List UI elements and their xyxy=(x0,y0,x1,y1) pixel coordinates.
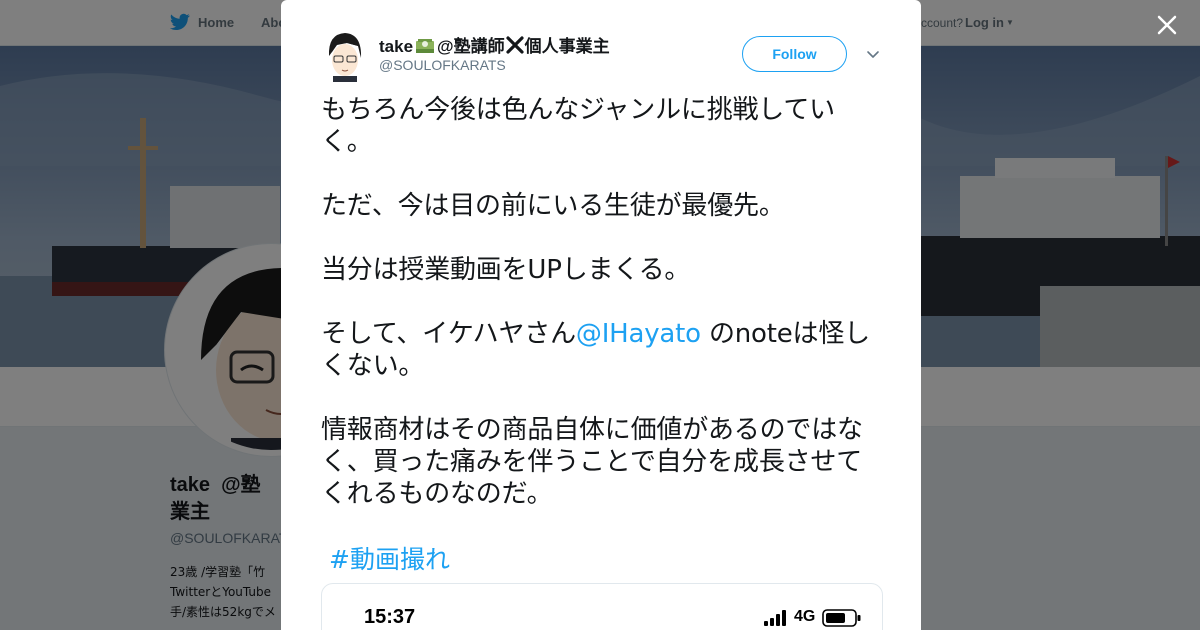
tweet-text-span: そして、イケハヤさん xyxy=(321,319,576,349)
status-bar-time: 15:37 xyxy=(364,606,416,628)
hashtag-link[interactable]: #動画撮れ xyxy=(329,540,450,576)
close-icon[interactable] xyxy=(1151,9,1183,41)
attached-screenshot[interactable]: 15:37 4G xyxy=(321,583,883,630)
mention-link[interactable]: @IHayato xyxy=(576,319,701,349)
battery-icon xyxy=(822,609,861,627)
author-name-part: 個人事業主 xyxy=(524,37,610,56)
tweet-paragraph: もちろん今後は色んなジャンルに挑戦していく。 xyxy=(321,95,835,157)
money-bag-emoji-icon xyxy=(416,39,435,53)
author-name[interactable]: take @塾講師 個人事業主 xyxy=(379,32,610,57)
tweet-text: もちろん今後は色んなジャンルに挑戦していく。 ただ、今は目の前にいる生徒が最優先… xyxy=(321,94,886,542)
tweet-paragraph: そして、イケハヤさん@IHayato のnoteは怪しくない。 xyxy=(321,318,886,382)
network-type-label: 4G xyxy=(794,608,816,625)
tweet-paragraph: 当分は授業動画をUPしまくる。 xyxy=(321,255,691,285)
cartoon-face-icon xyxy=(325,30,365,82)
author-name-part: take xyxy=(379,37,414,56)
cross-mark-emoji-icon xyxy=(506,36,524,54)
author-avatar[interactable] xyxy=(325,30,365,82)
signal-bars-icon xyxy=(764,610,786,626)
tweet-modal: take @塾講師 個人事業主 @SOULOFKARATS Follow もちろ… xyxy=(281,0,921,630)
author-handle[interactable]: @SOULOFKARATS xyxy=(379,57,506,73)
tweet-paragraph: ただ、今は目の前にいる生徒が最優先。 xyxy=(321,191,785,221)
tweet-paragraph: 情報商材はその商品自体に価値があるのではなく、買った痛みを伴うことで自分を成長さ… xyxy=(321,415,863,509)
chevron-down-icon[interactable] xyxy=(865,46,881,62)
author-name-part: @塾講師 xyxy=(437,37,505,56)
follow-button[interactable]: Follow xyxy=(742,36,847,72)
